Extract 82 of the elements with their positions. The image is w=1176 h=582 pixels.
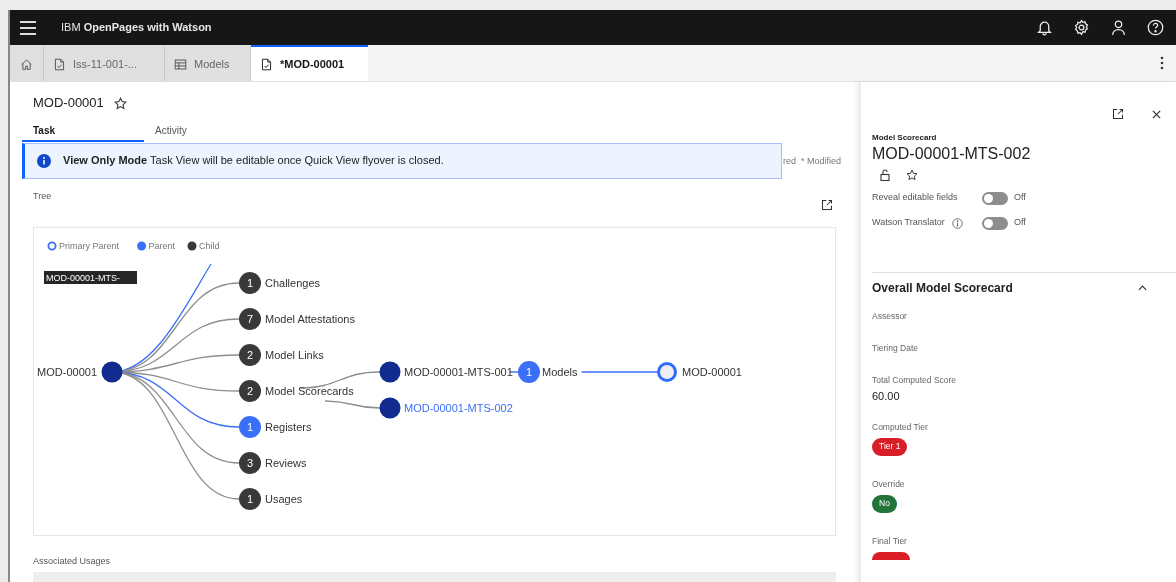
tab[interactable]: *MOD-00001 [251,45,368,81]
view-tab[interactable]: Activity [144,122,266,142]
banner-message: View Only Mode Task View will be editable once Quick View flyover is closed. [63,153,444,169]
node-label[interactable]: MOD-00001-MTS-001 [404,365,513,378]
toggle-label: Watson Translator [872,216,945,230]
toggle-label: Reveal editable fields [872,191,958,205]
record-title: MOD-00001 [33,94,104,113]
tag: Tier 1 [872,437,908,456]
count-node[interactable]: 7 [239,307,261,330]
primary-parent-node[interactable] [657,361,677,382]
chevron-up-icon[interactable] [1138,285,1147,291]
node-label[interactable]: Model Scorecards [265,384,354,397]
toggle-state: Off [1014,191,1026,205]
menu-icon[interactable] [20,20,36,35]
field-label: Total Computed Score [872,374,958,387]
count-node[interactable]: 2 [239,343,261,366]
legend-text: red [783,154,796,168]
field-label: Tiering Date [872,342,919,355]
section-title: Tree [33,189,52,203]
node-label[interactable]: Model Attestations [265,312,355,325]
node-label[interactable]: Registers [265,420,312,433]
notification-bell-icon[interactable] [1036,19,1053,36]
record-node[interactable] [379,397,401,418]
close-icon[interactable] [1152,109,1161,119]
user-icon[interactable] [1110,19,1127,36]
info-icon [37,153,51,168]
count-node[interactable]: 2 [239,379,261,402]
tooltip: MOD-00001-MTS- [44,270,137,284]
field-label: Assessor [872,310,908,323]
popout-icon[interactable] [1112,108,1124,120]
overflow-menu-icon[interactable] [1160,56,1164,70]
node-label[interactable]: Reviews [265,456,307,469]
popout-icon[interactable] [821,198,833,211]
document-check-icon [260,57,273,71]
edge-line [324,399,381,409]
count-node[interactable]: 1 [239,487,261,510]
info-icon[interactable] [951,217,963,229]
node-label[interactable]: Models [542,365,578,378]
star-icon[interactable] [906,169,918,181]
record-node[interactable] [379,361,401,382]
legend-label: Child [199,240,220,251]
app-title: IBM OpenPages with Watson [61,20,212,36]
primary-parent-legend-icon [47,241,57,250]
node-label[interactable]: MOD-00001 [37,365,97,378]
count-node[interactable]: 1 [518,360,540,383]
tab[interactable]: Iss-11-001-... [44,45,165,81]
field-label: Computed Tier [872,421,929,434]
document-check-icon [53,57,66,71]
view-tab[interactable]: Task [22,122,144,142]
field-label: Final Tier [872,535,908,548]
record-node[interactable] [101,361,123,382]
legend-label: Parent [148,240,176,251]
settings-icon[interactable] [1073,19,1090,36]
node-label[interactable]: Challenges [265,276,321,289]
panel-title: MOD-00001-MTS-002 [872,144,1032,164]
tab[interactable]: Models [165,45,251,81]
panel-subtitle: Model Scorecard [872,132,938,144]
toggle-switch[interactable] [982,191,1008,205]
toggle-switch[interactable] [982,216,1008,230]
count-node[interactable]: 1 [239,415,261,438]
star-icon[interactable] [113,96,127,110]
unlock-icon[interactable] [880,169,890,181]
node-label[interactable]: MOD-00001 [682,365,742,378]
field-value: 60.00 [872,388,901,404]
parent-legend-icon [137,241,147,250]
section-title: Associated Usages [33,554,112,568]
count-node[interactable]: 1 [239,271,261,294]
node-label[interactable]: MOD-00001-MTS-002 [404,401,513,414]
help-icon[interactable] [1147,19,1164,36]
toggle-state: Off [1014,216,1026,230]
legend-text: * Modified [801,154,842,168]
field-label: Override [872,478,906,491]
legend-label: Primary Parent [59,240,120,251]
tag: No [872,494,897,513]
node-label[interactable]: Model Links [265,348,324,361]
table-icon [174,57,187,71]
tab[interactable] [10,45,44,81]
section-heading: Overall Model Scorecard [872,280,1013,297]
node-label[interactable]: Usages [265,492,303,505]
count-node[interactable]: 3 [239,451,261,474]
child-legend-icon [187,241,197,250]
home-icon [20,57,33,71]
